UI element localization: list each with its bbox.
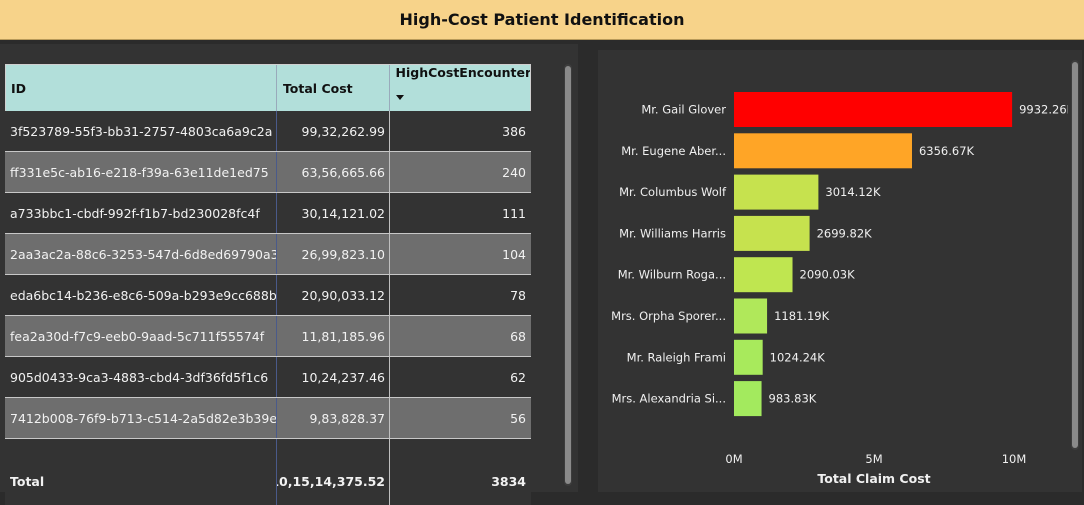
- cell-high-cost-encounters: 56: [510, 410, 526, 426]
- cell-total-cost: 10,24,237.46: [277, 357, 390, 397]
- cell-id: 2aa3ac2a-88c6-3253-547d-6d8ed69790a3: [5, 234, 277, 274]
- x-axis-title: Total Claim Cost: [817, 471, 930, 486]
- chart-panel: Mr. Gail Glover 9932.26K Mr. Eugene Aber..…: [598, 50, 1082, 492]
- dashboard-title: High-Cost Patient Identification: [0, 0, 1084, 40]
- table-total-row: Total 10,15,14,375.52 3834: [5, 439, 531, 505]
- claim-cost-bar-chart: Mr. Gail Glover 9932.26K Mr. Eugene Aber..…: [611, 92, 1075, 486]
- total-encounters-value: 3834: [491, 473, 526, 489]
- header-high-cost-encounters[interactable]: HighCostEncounters: [390, 65, 530, 111]
- table-row[interactable]: 905d0433-9ca3-4883-cbd4-3df36fd5f1c6 10,2…: [5, 357, 531, 398]
- cell-high-cost-encounters: 240: [502, 164, 526, 180]
- table-row[interactable]: ff331e5c-ab16-e218-f39a-63e11de1ed75 63,5…: [5, 152, 531, 193]
- cell-high-cost-encounters: 111: [502, 205, 526, 221]
- bar[interactable]: [734, 92, 1013, 127]
- cell-id: ff331e5c-ab16-e218-f39a-63e11de1ed75: [5, 152, 277, 192]
- header-id[interactable]: ID: [6, 65, 277, 111]
- bar[interactable]: [734, 174, 819, 210]
- data-label: 3014.12K: [825, 185, 881, 199]
- table-row[interactable]: 7412b008-76f9-b713-c514-2a5d82e3b39e 9,83…: [5, 398, 531, 439]
- cell-id: eda6bc14-b236-e8c6-509a-b293e9cc688b: [5, 275, 277, 315]
- bar[interactable]: [734, 381, 762, 417]
- table-header-row: ID Total Cost HighCostEncounters: [5, 64, 531, 111]
- bar[interactable]: [734, 133, 912, 169]
- cell-high-cost-encounters: 104: [502, 246, 526, 262]
- cell-total-cost: 26,99,823.10: [277, 234, 390, 274]
- total-cost-value: 10,15,14,375.52: [277, 439, 390, 505]
- category-label: Mr. Williams Harris: [619, 226, 726, 240]
- bar[interactable]: [734, 298, 768, 334]
- data-label: 9932.26K: [1019, 103, 1068, 117]
- cell-high-cost-encounters: 68: [510, 328, 526, 344]
- cell-id: 3f523789-55f3-bb31-2757-4803ca6a9c2a: [5, 111, 277, 151]
- sort-descending-icon[interactable]: [395, 95, 404, 100]
- bar[interactable]: [734, 257, 793, 293]
- table-row[interactable]: 3f523789-55f3-bb31-2757-4803ca6a9c2a 99,3…: [5, 111, 531, 152]
- category-label: Mr. Eugene Aber...: [621, 144, 726, 158]
- x-tick-label: 10M: [1002, 452, 1027, 466]
- table-row[interactable]: fea2a30d-f7c9-eeb0-9aad-5c711f55574f 11,8…: [5, 316, 531, 357]
- data-label: 1181.19K: [774, 309, 830, 323]
- category-label: Mr. Columbus Wolf: [619, 185, 727, 199]
- header-high-cost-encounters-label: HighCostEncounters: [395, 65, 531, 80]
- data-label: 6356.67K: [919, 144, 975, 158]
- category-label: Mr. Raleigh Frami: [627, 350, 726, 364]
- bar[interactable]: [734, 215, 810, 251]
- data-label: 1024.24K: [770, 350, 826, 364]
- table-scrollbar-thumb[interactable]: [565, 66, 571, 484]
- table-row[interactable]: eda6bc14-b236-e8c6-509a-b293e9cc688b 20,9…: [5, 275, 531, 316]
- cell-id: fea2a30d-f7c9-eeb0-9aad-5c711f55574f: [5, 316, 277, 356]
- x-tick-label: 5M: [865, 452, 882, 466]
- category-label: Mr. Wilburn Roga...: [618, 268, 726, 282]
- total-label: Total: [5, 439, 277, 505]
- cell-id: 905d0433-9ca3-4883-cbd4-3df36fd5f1c6: [5, 357, 277, 397]
- data-label: 983.83K: [769, 392, 817, 406]
- table-row[interactable]: 2aa3ac2a-88c6-3253-547d-6d8ed69790a3 26,9…: [5, 234, 531, 275]
- table-scrollbar[interactable]: [564, 64, 572, 486]
- cell-id: 7412b008-76f9-b713-c514-2a5d82e3b39e: [5, 398, 277, 438]
- category-label: Mrs. Alexandria Si...: [612, 392, 726, 406]
- cell-total-cost: 9,83,828.37: [277, 398, 390, 438]
- patient-cost-table: ID Total Cost HighCostEncounters 3f52378…: [5, 64, 531, 505]
- cell-high-cost-encounters: 386: [502, 123, 526, 139]
- cell-total-cost: 30,14,121.02: [277, 193, 390, 233]
- cell-total-cost: 11,81,185.96: [277, 316, 390, 356]
- cell-high-cost-encounters: 78: [510, 287, 526, 303]
- cell-total-cost: 99,32,262.99: [277, 111, 390, 151]
- table-row[interactable]: a733bbc1-cbdf-992f-f1b7-bd230028fc4f 30,1…: [5, 193, 531, 234]
- cell-total-cost: 20,90,033.12: [277, 275, 390, 315]
- patient-table-panel: ID Total Cost HighCostEncounters 3f52378…: [0, 44, 578, 505]
- data-label: 2699.82K: [817, 226, 873, 240]
- data-label: 2090.03K: [800, 268, 856, 282]
- header-total-cost[interactable]: Total Cost: [277, 65, 390, 111]
- cell-high-cost-encounters: 62: [510, 369, 526, 385]
- category-label: Mr. Gail Glover: [641, 103, 726, 117]
- chart-scrollbar[interactable]: [1071, 60, 1079, 450]
- bar[interactable]: [734, 339, 763, 375]
- x-tick-label: 0M: [725, 452, 742, 466]
- cell-total-cost: 63,56,665.66: [277, 152, 390, 192]
- category-label: Mrs. Orpha Sporer...: [611, 309, 726, 323]
- chart-scrollbar-thumb[interactable]: [1072, 62, 1078, 448]
- cell-id: a733bbc1-cbdf-992f-f1b7-bd230028fc4f: [5, 193, 277, 233]
